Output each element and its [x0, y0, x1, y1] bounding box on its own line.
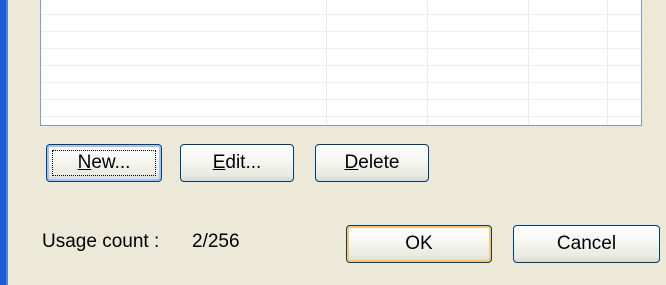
- grid-line: [41, 82, 641, 83]
- focus-ring: [52, 150, 156, 176]
- grid-line: [41, 99, 641, 100]
- delete-button-label: elete: [358, 152, 400, 173]
- window-frame-left-edge: [0, 0, 8, 285]
- edit-button-label: dit...: [225, 152, 262, 173]
- grid-column-divider: [607, 0, 608, 125]
- grid-column-divider: [326, 0, 327, 125]
- edit-button-mnemonic: E: [212, 152, 226, 173]
- grid-column-divider: [427, 0, 428, 125]
- ok-button[interactable]: OK: [346, 225, 492, 263]
- grid-column-divider: [528, 0, 529, 125]
- list-view[interactable]: [40, 0, 642, 126]
- grid-line: [41, 48, 641, 49]
- delete-button-mnemonic: D: [344, 152, 359, 173]
- grid-line: [41, 65, 641, 66]
- edit-button[interactable]: Edit...: [180, 144, 294, 182]
- grid-line: [41, 31, 641, 32]
- new-button[interactable]: New...: [46, 144, 162, 182]
- delete-button[interactable]: Delete: [315, 144, 429, 182]
- cancel-button[interactable]: Cancel: [513, 225, 660, 263]
- grid-line: [41, 116, 641, 117]
- usage-count-value: 2/256: [192, 231, 240, 252]
- usage-count-label: Usage count :: [42, 231, 160, 252]
- grid-line: [41, 14, 641, 15]
